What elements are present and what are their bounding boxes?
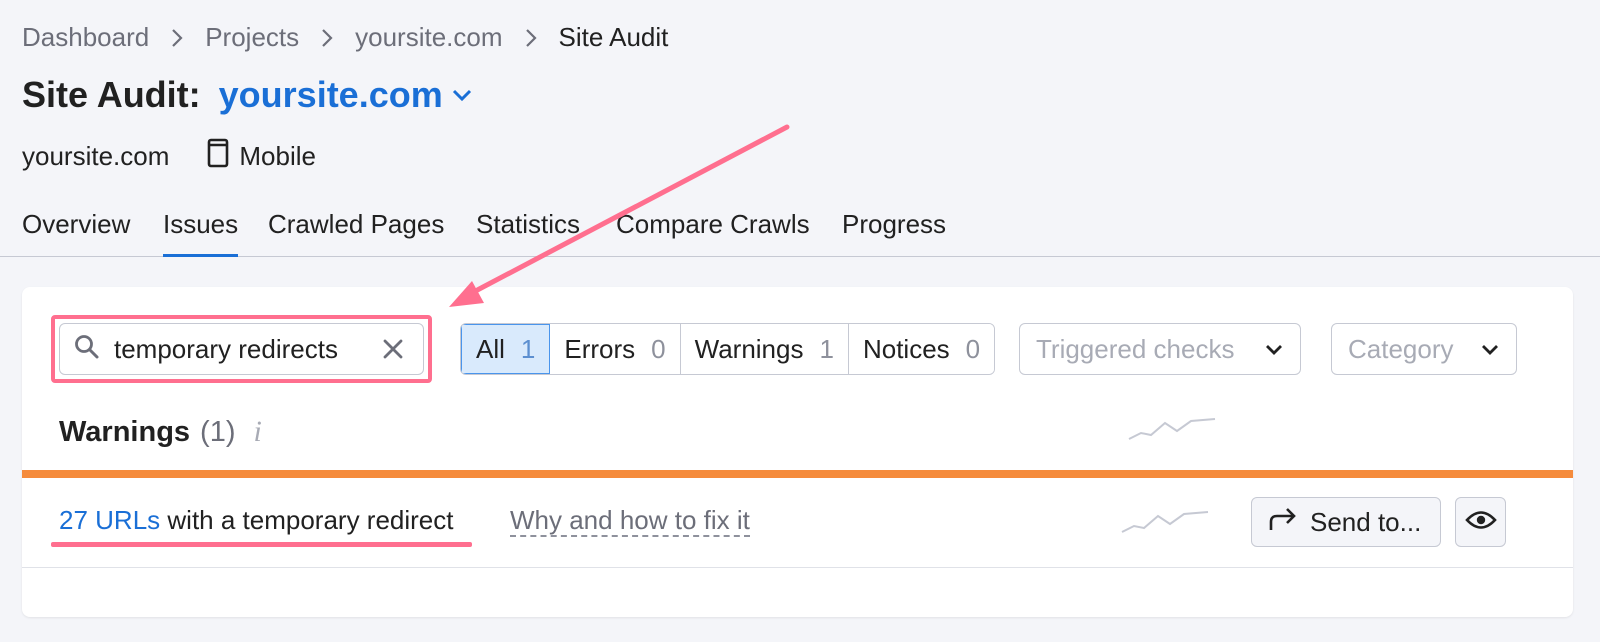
why-and-how-to-fix-link[interactable]: Why and how to fix it xyxy=(510,505,750,537)
page-title: Site Audit: yoursite.com xyxy=(22,74,473,116)
issue-title: 27 URLs with a temporary redirect xyxy=(59,505,454,536)
filter-label: Notices xyxy=(862,333,950,364)
eye-icon xyxy=(1464,509,1497,536)
breadcrumb-site[interactable]: yoursite.com xyxy=(355,22,502,53)
page-title-prefix: Site Audit: xyxy=(22,74,201,115)
search-icon xyxy=(74,334,100,365)
breadcrumb: Dashboard Projects yoursite.com Site Aud… xyxy=(22,22,668,53)
filter-count: 1 xyxy=(819,333,834,364)
tab-issues[interactable]: Issues xyxy=(163,204,239,257)
tab-bar: Overview Issues Crawled Pages Statistics… xyxy=(0,204,1600,257)
section-count: (1) xyxy=(200,415,236,448)
chevron-down-icon xyxy=(1264,339,1284,359)
section-title: Warnings xyxy=(59,415,191,448)
search-input[interactable] xyxy=(114,333,364,365)
category-dropdown[interactable]: Category xyxy=(1331,323,1517,375)
issue-search[interactable] xyxy=(59,323,424,375)
mobile-phone-icon xyxy=(207,138,229,175)
breadcrumb-site-audit: Site Audit xyxy=(558,22,669,52)
filter-label: All xyxy=(476,333,505,364)
device-label: Mobile xyxy=(239,141,316,171)
warnings-section-header: Warnings (1) i xyxy=(59,415,262,449)
issue-description: with a temporary redirect xyxy=(167,505,454,535)
chevron-right-icon xyxy=(525,28,537,48)
project-meta: yoursite.com Mobile xyxy=(22,138,316,175)
warning-severity-bar xyxy=(22,470,1573,478)
triggered-checks-dropdown[interactable]: Triggered checks xyxy=(1019,323,1301,375)
tab-progress[interactable]: Progress xyxy=(842,204,946,257)
issue-highlight-underline xyxy=(51,542,472,547)
share-arrow-icon xyxy=(1268,506,1298,539)
chevron-down-icon xyxy=(1480,339,1500,359)
chevron-down-icon[interactable] xyxy=(451,88,473,102)
filter-count: 0 xyxy=(965,333,981,364)
chevron-right-icon xyxy=(321,28,333,48)
device-indicator: Mobile xyxy=(207,138,316,175)
filter-all[interactable]: All 1 xyxy=(461,324,551,374)
trend-sparkline-icon xyxy=(1128,418,1216,440)
chevron-right-icon xyxy=(171,28,183,48)
tab-crawled-pages[interactable]: Crawled Pages xyxy=(268,204,444,257)
tab-overview[interactable]: Overview xyxy=(22,204,130,257)
site-label: yoursite.com xyxy=(22,141,170,171)
close-icon[interactable] xyxy=(381,337,405,361)
breadcrumb-projects[interactable]: Projects xyxy=(205,22,299,53)
trend-sparkline-icon xyxy=(1121,511,1209,533)
issue-url-count-link[interactable]: 27 URLs xyxy=(59,505,160,535)
filter-count: 0 xyxy=(651,333,666,364)
filter-count: 1 xyxy=(520,333,536,364)
filter-errors[interactable]: Errors 0 xyxy=(550,324,681,374)
issues-panel: All 1 Errors 0 Warnings 1 Notices 0 Trig… xyxy=(22,287,1573,617)
issue-row: 27 URLs with a temporary redirect Why an… xyxy=(22,478,1573,568)
tab-compare-crawls[interactable]: Compare Crawls xyxy=(616,204,810,257)
tab-statistics[interactable]: Statistics xyxy=(476,204,580,257)
filter-warnings[interactable]: Warnings 1 xyxy=(680,324,849,374)
hide-issue-button[interactable] xyxy=(1455,497,1506,547)
send-to-label: Send to... xyxy=(1310,506,1422,537)
dropdown-placeholder: Triggered checks xyxy=(1036,333,1235,364)
send-to-button[interactable]: Send to... xyxy=(1251,497,1441,547)
filter-label: Errors xyxy=(564,333,636,364)
dropdown-placeholder: Category xyxy=(1348,333,1454,364)
severity-filter: All 1 Errors 0 Warnings 1 Notices 0 xyxy=(460,323,996,375)
info-icon[interactable]: i xyxy=(254,415,262,449)
filter-notices[interactable]: Notices 0 xyxy=(848,324,995,374)
breadcrumb-dashboard[interactable]: Dashboard xyxy=(22,22,149,53)
filter-label: Warnings xyxy=(694,333,804,364)
project-domain-selector[interactable]: yoursite.com xyxy=(219,74,443,116)
